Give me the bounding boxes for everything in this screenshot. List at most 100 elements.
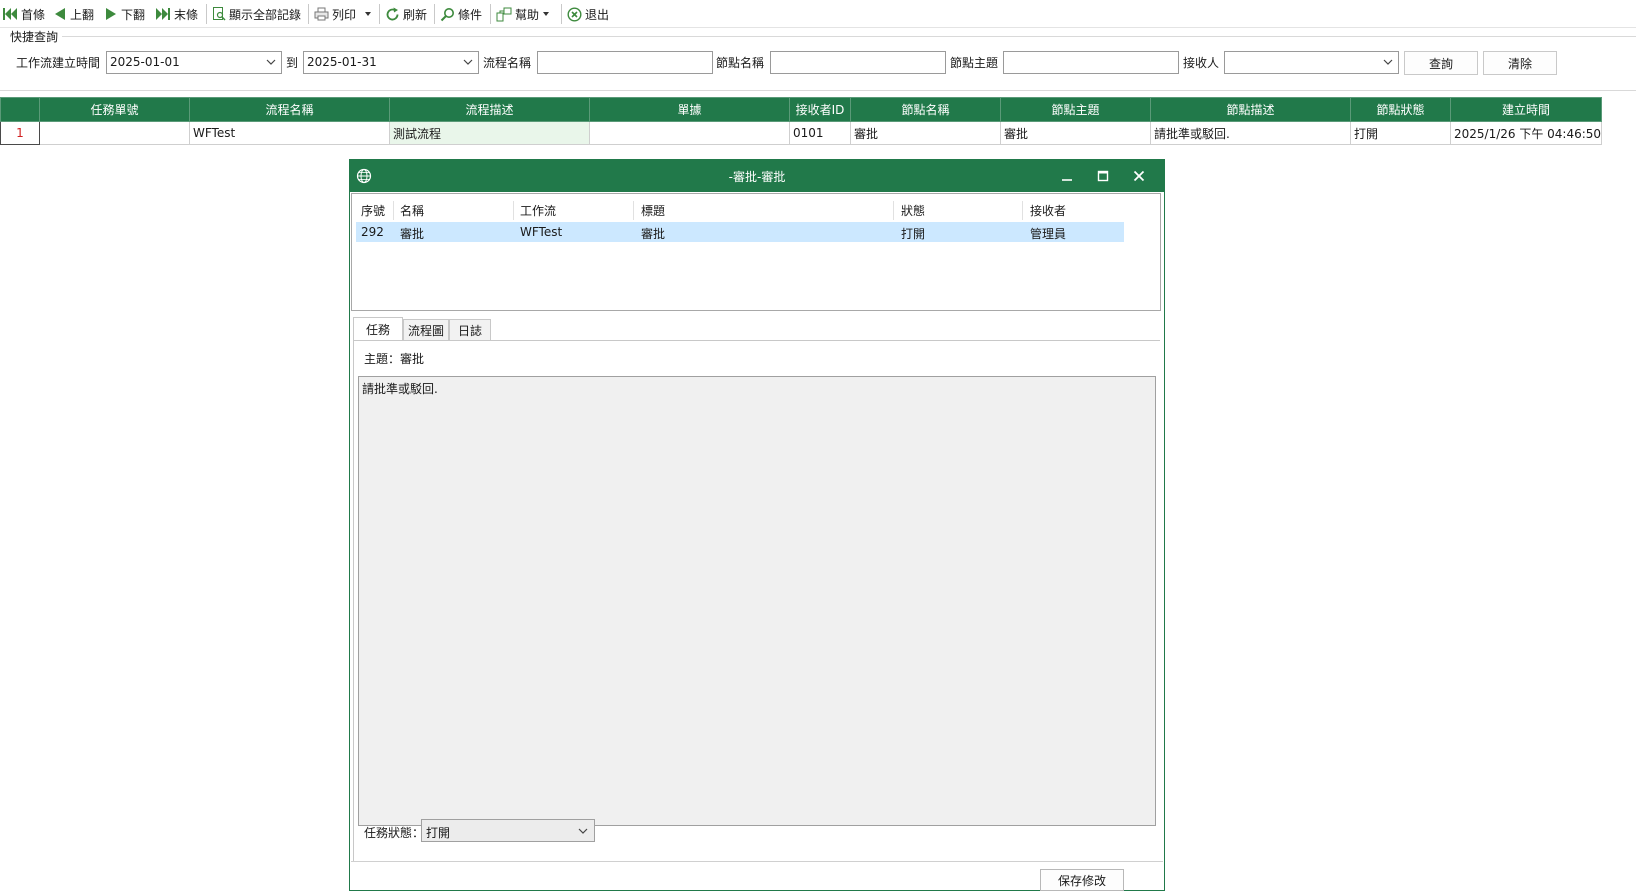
- column-header[interactable]: 節點狀態: [1350, 97, 1451, 122]
- help-icon: [496, 7, 512, 21]
- minimize-icon: [1062, 179, 1072, 181]
- save-changes-button[interactable]: 保存修改: [1040, 869, 1124, 891]
- approval-dialog: -審批-審批 序號 名稱 工作流 標題 狀態 接收者 292 審批 WFTest…: [349, 159, 1165, 891]
- table-row[interactable]: 1 WFTest 測試流程 0101 審批 審批 請批準或駁回. 打開 2025…: [0, 121, 1603, 145]
- column-divider[interactable]: [1022, 201, 1023, 220]
- task-list-header: 序號 名稱 工作流 標題 狀態 接收者: [356, 199, 1126, 221]
- column-header[interactable]: 接收者ID: [789, 97, 851, 122]
- print-button[interactable]: 列印: [314, 4, 373, 24]
- column-divider[interactable]: [633, 201, 634, 220]
- flow-desc-cell[interactable]: 測試流程: [389, 121, 590, 145]
- conditions-label: 條件: [458, 7, 483, 22]
- column-divider[interactable]: [513, 201, 514, 220]
- column-header[interactable]: 節點描述: [1150, 97, 1351, 122]
- clear-button[interactable]: 清除: [1483, 51, 1557, 75]
- toolbar-separator: [206, 4, 207, 24]
- column-header[interactable]: 建立時間: [1449, 97, 1603, 122]
- close-circle-icon: [567, 6, 582, 22]
- task-status-dropdown[interactable]: 打開: [421, 819, 595, 842]
- last-record-icon: [156, 8, 170, 20]
- maximize-button[interactable]: [1091, 166, 1115, 186]
- receiver-id-cell[interactable]: 0101: [789, 121, 851, 145]
- chevron-down-icon: [543, 12, 550, 16]
- refresh-icon: [386, 7, 399, 20]
- task-status-value: 打開: [426, 826, 451, 840]
- column-header[interactable]: 任務單號: [39, 97, 190, 122]
- column-header[interactable]: 單據: [589, 97, 790, 122]
- list-column-header[interactable]: 序號: [361, 202, 385, 219]
- document-cell[interactable]: [589, 121, 790, 145]
- chevron-down-icon: [266, 59, 276, 65]
- help-button[interactable]: 幫助: [496, 4, 550, 24]
- first-record-button[interactable]: 首條: [2, 4, 45, 24]
- column-divider[interactable]: [393, 201, 394, 220]
- toolbar: 首條 上翻 下翻 末條 顯示全部記錄 列印 刷新 條件 幫助 退出: [0, 0, 1636, 28]
- exit-label: 退出: [585, 7, 610, 22]
- tab-flowchart[interactable]: 流程圖: [403, 319, 449, 340]
- created-time-cell[interactable]: 2025/1/26 下午 04:46:50: [1449, 121, 1603, 145]
- toolbar-separator: [379, 4, 380, 24]
- help-label: 幫助: [515, 7, 540, 22]
- show-all-records-label: 顯示全部記錄: [229, 7, 302, 22]
- subject-line: 主題：審批: [364, 350, 424, 367]
- maximize-icon: [1097, 170, 1109, 182]
- column-header[interactable]: 節點名稱: [850, 97, 1001, 122]
- column-header[interactable]: 節點主題: [1000, 97, 1151, 122]
- show-all-records-button[interactable]: 顯示全部記錄: [212, 4, 301, 24]
- close-icon: [1133, 170, 1145, 182]
- flow-name-input[interactable]: [537, 51, 713, 74]
- date-to-picker[interactable]: 2025-01-31: [303, 51, 479, 74]
- last-record-button[interactable]: 末條: [155, 4, 198, 24]
- conditions-button[interactable]: 條件: [440, 4, 482, 24]
- column-divider[interactable]: [893, 201, 894, 220]
- receiver-dropdown[interactable]: [1224, 51, 1399, 74]
- date-from-picker[interactable]: 2025-01-01: [106, 51, 282, 74]
- column-header[interactable]: 流程名稱: [189, 97, 390, 122]
- list-column-header[interactable]: 接收者: [1030, 202, 1066, 219]
- created-time-label: 工作流建立時間: [16, 56, 101, 70]
- node-name-input[interactable]: [770, 51, 946, 74]
- task-status-label: 任務狀態：: [364, 826, 425, 840]
- description-textarea[interactable]: 請批準或駁回.: [358, 376, 1156, 826]
- next-page-button[interactable]: 下翻: [104, 4, 145, 24]
- query-button[interactable]: 查詢: [1404, 51, 1478, 75]
- list-column-header[interactable]: 工作流: [520, 202, 556, 219]
- dialog-title: -審批-審批: [728, 170, 786, 184]
- flow-name-cell[interactable]: WFTest: [189, 121, 390, 145]
- chevron-down-icon: [1383, 59, 1393, 65]
- last-record-label: 末條: [174, 7, 199, 22]
- node-subject-cell[interactable]: 審批: [1000, 121, 1151, 145]
- node-subject-input[interactable]: [1003, 51, 1179, 74]
- close-button[interactable]: [1127, 166, 1151, 186]
- node-name-label: 節點名稱: [716, 56, 765, 70]
- toolbar-separator: [561, 4, 562, 24]
- status-cell: 打開: [901, 227, 926, 241]
- minimize-button[interactable]: [1055, 166, 1079, 186]
- date-to-value: 2025-01-31: [307, 55, 377, 69]
- exit-button[interactable]: 退出: [567, 4, 609, 24]
- previous-page-label: 上翻: [70, 7, 95, 22]
- grid-corner-header[interactable]: [0, 97, 40, 122]
- grid-header-row: 任務單號 流程名稱 流程描述 單據 接收者ID 節點名稱 節點主題 節點描述 節…: [0, 97, 1603, 122]
- row-number[interactable]: 1: [0, 121, 40, 145]
- print-label: 列印: [332, 7, 357, 22]
- previous-page-button[interactable]: 上翻: [53, 4, 94, 24]
- dialog-title-bar[interactable]: -審批-審批: [350, 160, 1164, 192]
- chevron-down-icon: [463, 59, 473, 65]
- chevron-down-icon: [365, 12, 372, 16]
- task-no-cell[interactable]: [39, 121, 190, 145]
- list-column-header[interactable]: 狀態: [901, 202, 925, 219]
- next-page-label: 下翻: [121, 7, 146, 22]
- tab-task[interactable]: 任務: [353, 317, 403, 340]
- refresh-button[interactable]: 刷新: [385, 4, 427, 24]
- tab-log[interactable]: 日誌: [449, 319, 491, 340]
- subject-value: 審批: [400, 352, 425, 366]
- list-column-header[interactable]: 標題: [641, 202, 665, 219]
- column-header[interactable]: 流程描述: [389, 97, 590, 122]
- node-desc-cell[interactable]: 請批準或駁回.: [1150, 121, 1351, 145]
- list-column-header[interactable]: 名稱: [400, 202, 424, 219]
- list-item[interactable]: 292 審批 WFTest 審批 打開 管理員: [356, 222, 1124, 242]
- node-status-cell[interactable]: 打開: [1350, 121, 1451, 145]
- node-name-cell[interactable]: 審批: [850, 121, 1001, 145]
- task-list[interactable]: 序號 名稱 工作流 標題 狀態 接收者 292 審批 WFTest 審批 打開 …: [351, 193, 1161, 311]
